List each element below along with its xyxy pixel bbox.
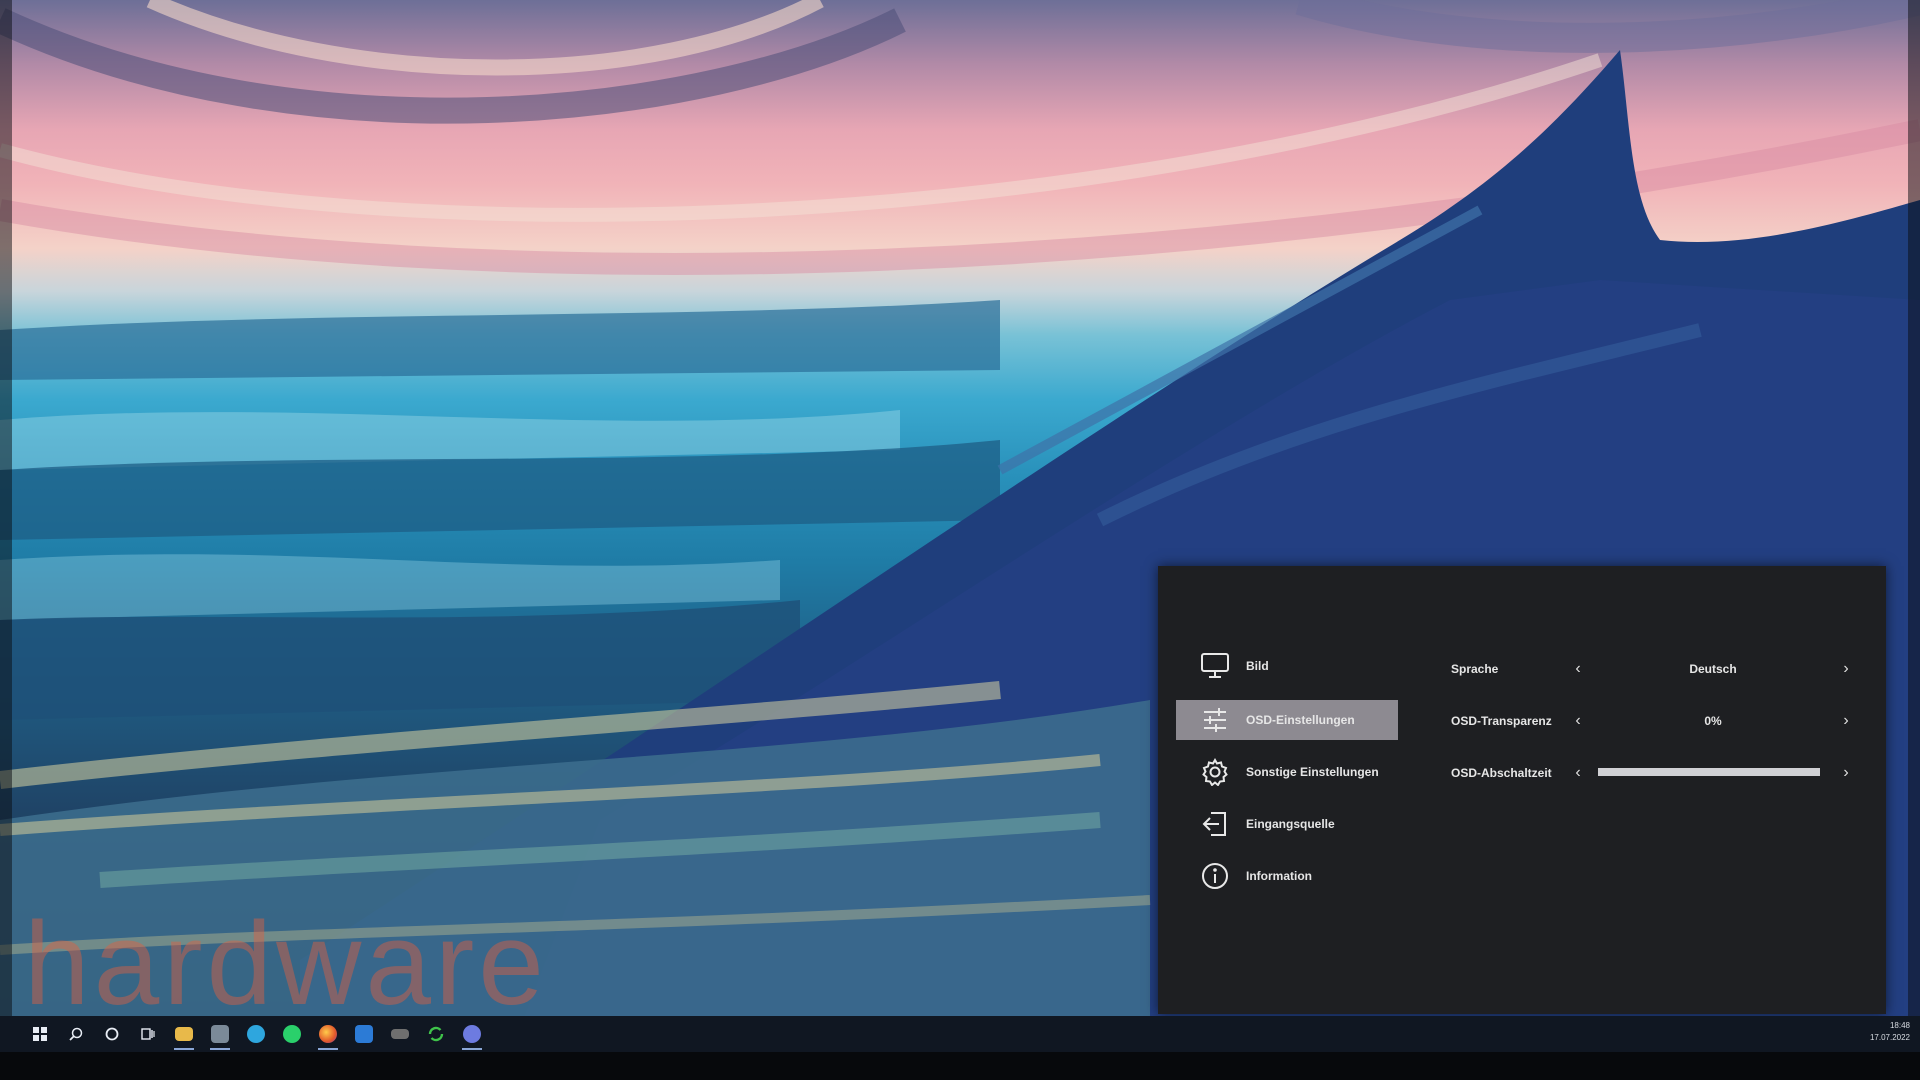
clock-time: 18:48 (1889, 1021, 1910, 1030)
sync-icon[interactable] (418, 1016, 454, 1052)
setting-label: OSD-Abschaltzeit (1451, 766, 1552, 780)
osd-menu-item-information[interactable]: Information (1176, 856, 1398, 896)
setting-row-osd-transparenz: OSD-Transparenz ‹ 0% › (1158, 706, 1886, 736)
search-icon[interactable] (58, 1016, 94, 1052)
osd-abschaltzeit-slider[interactable] (1598, 768, 1820, 776)
taskbar: 18:48 17.07.2022 (0, 1016, 1920, 1052)
osd-menu-item-eingangsquelle[interactable]: Eingangsquelle (1176, 804, 1398, 844)
telegram-icon[interactable] (238, 1016, 274, 1052)
setting-value-sprache: Deutsch (1689, 662, 1737, 676)
input-source-icon (1198, 807, 1232, 841)
app-icon[interactable] (382, 1016, 418, 1052)
setting-label: OSD-Transparenz (1451, 714, 1552, 728)
setting-row-sprache: Sprache ‹ Deutsch › (1158, 654, 1886, 684)
chevron-left-icon[interactable]: ‹ (1570, 711, 1586, 731)
taskbar-apps (22, 1016, 490, 1052)
chevron-right-icon[interactable]: › (1838, 711, 1854, 731)
setting-label: Sprache (1451, 662, 1499, 676)
osd-menu-label: Information (1246, 869, 1312, 883)
firefox-icon[interactable] (310, 1016, 346, 1052)
system-tray-clock[interactable]: 18:48 17.07.2022 (1870, 1020, 1910, 1044)
app-icon[interactable] (202, 1016, 238, 1052)
chevron-right-icon[interactable]: › (1838, 659, 1854, 679)
osd-menu-panel: Bild OSD-Einstellungen Sonstige Einstell… (1158, 566, 1886, 1014)
osd-menu-label: Eingangsquelle (1246, 817, 1335, 831)
file-explorer-icon[interactable] (166, 1016, 202, 1052)
cortana-icon[interactable] (94, 1016, 130, 1052)
watermark-logo: hardware (24, 898, 548, 1030)
chevron-right-icon[interactable]: › (1838, 763, 1854, 783)
whatsapp-icon[interactable] (274, 1016, 310, 1052)
setting-row-osd-abschaltzeit: OSD-Abschaltzeit ‹ › (1158, 758, 1886, 788)
desktop-screen: hardware Bild OSD-Einstellungen Sonstige… (0, 0, 1920, 1080)
setting-value-osd-transparenz: 0% (1704, 714, 1722, 728)
slider-fill (1598, 768, 1820, 776)
discord-icon[interactable] (454, 1016, 490, 1052)
clock-date: 17.07.2022 (1869, 1033, 1910, 1042)
task-view-icon[interactable] (130, 1016, 166, 1052)
monitor-bezel (0, 1052, 1920, 1080)
chevron-left-icon[interactable]: ‹ (1570, 659, 1586, 679)
start-icon[interactable] (22, 1016, 58, 1052)
mail-icon[interactable] (346, 1016, 382, 1052)
chevron-left-icon[interactable]: ‹ (1570, 763, 1586, 783)
info-icon (1198, 859, 1232, 893)
